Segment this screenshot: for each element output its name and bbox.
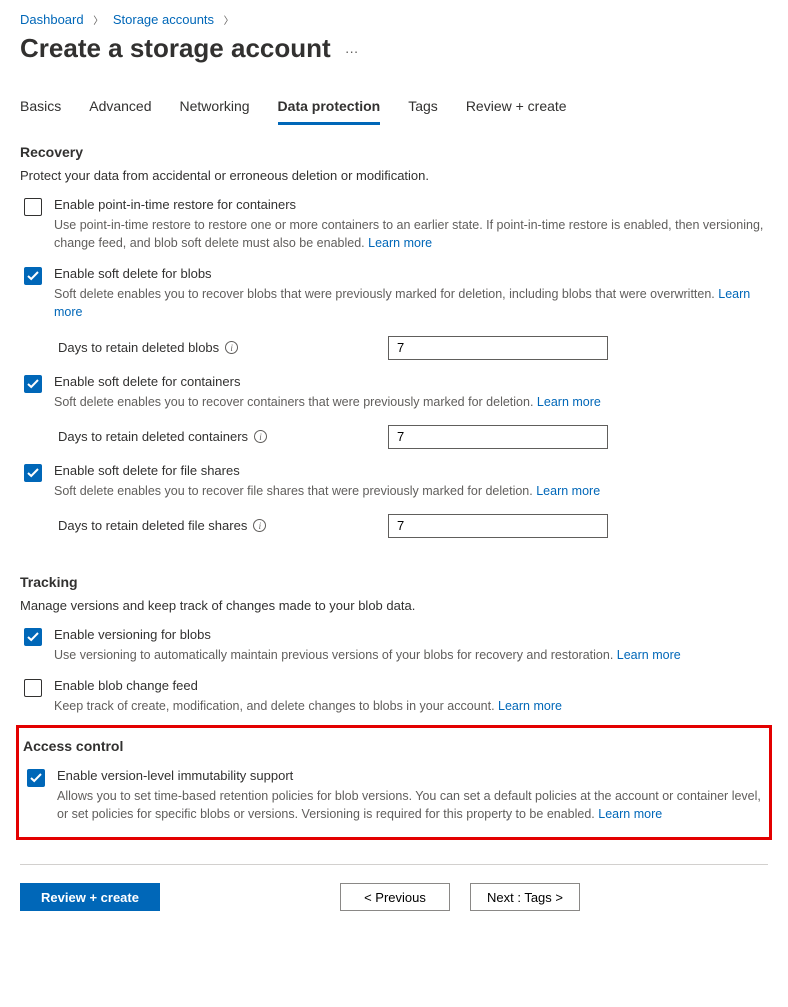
tab-networking[interactable]: Networking	[180, 92, 250, 125]
learn-more-immutability[interactable]: Learn more	[598, 807, 662, 821]
section-title-access-control: Access control	[23, 738, 765, 754]
info-icon[interactable]: i	[254, 430, 267, 443]
chevron-right-icon: 〉	[224, 16, 234, 27]
label-softdel-fileshares: Enable soft delete for file shares	[54, 463, 768, 478]
label-changefeed: Enable blob change feed	[54, 678, 768, 693]
checkbox-versioning[interactable]	[24, 628, 42, 646]
desc-versioning: Use versioning to automatically maintain…	[54, 646, 768, 664]
section-tracking: Tracking Manage versions and keep track …	[20, 574, 768, 715]
section-desc-tracking: Manage versions and keep track of change…	[20, 598, 768, 613]
label-softdel-containers: Enable soft delete for containers	[54, 374, 768, 389]
tab-review-create[interactable]: Review + create	[466, 92, 567, 125]
input-retain-containers[interactable]	[388, 425, 608, 449]
field-label-retain-containers: Days to retain deleted containers i	[58, 429, 388, 444]
checkbox-softdel-fileshares[interactable]	[24, 464, 42, 482]
divider	[20, 864, 768, 865]
desc-softdel-blobs: Soft delete enables you to recover blobs…	[54, 285, 768, 321]
input-retain-blobs[interactable]	[388, 336, 608, 360]
checkbox-softdel-containers[interactable]	[24, 375, 42, 393]
input-retain-fileshares[interactable]	[388, 514, 608, 538]
breadcrumb-dashboard[interactable]: Dashboard	[20, 12, 84, 27]
section-desc-recovery: Protect your data from accidental or err…	[20, 168, 768, 183]
info-icon[interactable]: i	[253, 519, 266, 532]
footer-buttons: Review + create < Previous Next : Tags >	[20, 883, 768, 911]
desc-softdel-fileshares: Soft delete enables you to recover file …	[54, 482, 768, 500]
learn-more-softdel-containers[interactable]: Learn more	[537, 395, 601, 409]
learn-more-softdel-fileshares[interactable]: Learn more	[536, 484, 600, 498]
info-icon[interactable]: i	[225, 341, 238, 354]
label-softdel-blobs: Enable soft delete for blobs	[54, 266, 768, 281]
checkbox-pitr[interactable]	[24, 198, 42, 216]
checkbox-immutability[interactable]	[27, 769, 45, 787]
desc-changefeed: Keep track of create, modification, and …	[54, 697, 768, 715]
more-icon[interactable]: …	[345, 40, 361, 56]
tab-data-protection[interactable]: Data protection	[278, 92, 381, 125]
learn-more-versioning[interactable]: Learn more	[617, 648, 681, 662]
desc-softdel-containers: Soft delete enables you to recover conta…	[54, 393, 768, 411]
checkbox-changefeed[interactable]	[24, 679, 42, 697]
label-pitr: Enable point-in-time restore for contain…	[54, 197, 768, 212]
learn-more-pitr[interactable]: Learn more	[368, 236, 432, 250]
page-title: Create a storage account	[20, 33, 331, 64]
label-immutability: Enable version-level immutability suppor…	[57, 768, 765, 783]
section-title-tracking: Tracking	[20, 574, 768, 590]
learn-more-changefeed[interactable]: Learn more	[498, 699, 562, 713]
previous-button[interactable]: < Previous	[340, 883, 450, 911]
review-create-button[interactable]: Review + create	[20, 883, 160, 911]
tab-basics[interactable]: Basics	[20, 92, 61, 125]
desc-immutability: Allows you to set time-based retention p…	[57, 787, 765, 823]
tab-advanced[interactable]: Advanced	[89, 92, 151, 125]
field-label-retain-fileshares: Days to retain deleted file shares i	[58, 518, 388, 533]
next-button[interactable]: Next : Tags >	[470, 883, 580, 911]
tab-tags[interactable]: Tags	[408, 92, 438, 125]
label-versioning: Enable versioning for blobs	[54, 627, 768, 642]
field-label-retain-blobs: Days to retain deleted blobs i	[58, 340, 388, 355]
breadcrumb-storage-accounts[interactable]: Storage accounts	[113, 12, 214, 27]
section-recovery: Recovery Protect your data from accident…	[20, 144, 768, 538]
highlight-access-control: Access control Enable version-level immu…	[16, 725, 772, 840]
breadcrumb: Dashboard 〉 Storage accounts 〉	[20, 12, 768, 27]
desc-pitr: Use point-in-time restore to restore one…	[54, 216, 768, 252]
section-title-recovery: Recovery	[20, 144, 768, 160]
checkbox-softdel-blobs[interactable]	[24, 267, 42, 285]
chevron-right-icon: 〉	[93, 16, 103, 27]
tabs: Basics Advanced Networking Data protecti…	[20, 92, 768, 126]
